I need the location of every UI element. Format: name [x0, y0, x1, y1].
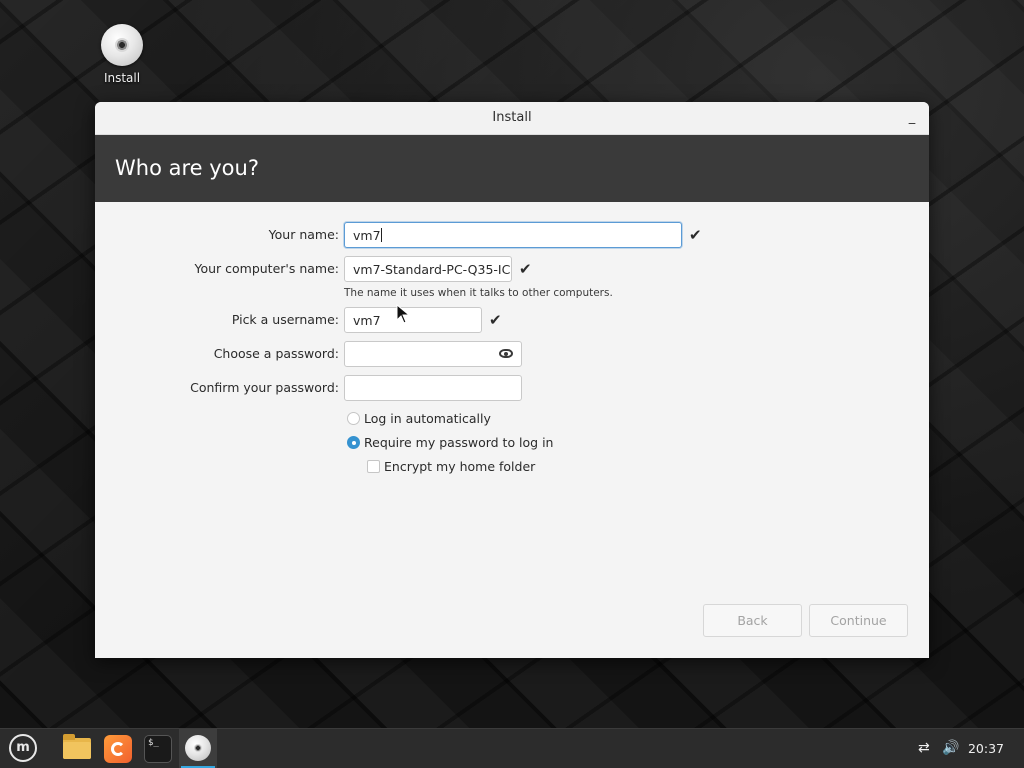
username-input[interactable]: vm7: [344, 307, 482, 333]
name-valid-check-icon: ✔: [689, 226, 702, 244]
window-titlebar[interactable]: Install _: [95, 102, 929, 135]
page-title: Who are you?: [115, 156, 259, 180]
text-caret: [380, 228, 382, 242]
show-password-eye-icon[interactable]: [499, 349, 513, 358]
require-password-radio[interactable]: [347, 436, 360, 449]
installer-taskbar-button[interactable]: [179, 729, 217, 768]
continue-button[interactable]: Continue: [809, 604, 908, 637]
disc-icon: [101, 24, 143, 66]
computer-name-input[interactable]: vm7-Standard-PC-Q35-IC: [344, 256, 512, 282]
menu-button[interactable]: m: [2, 729, 40, 768]
terminal-icon: $_: [144, 735, 172, 763]
login-automatically-label: Log in automatically: [364, 411, 491, 426]
firefox-launcher[interactable]: [99, 729, 137, 768]
login-automatically-option[interactable]: Log in automatically: [347, 411, 547, 427]
username-valid-check-icon: ✔: [489, 311, 502, 329]
terminal-launcher[interactable]: $_: [139, 729, 177, 768]
confirm-label: Confirm your password:: [190, 380, 339, 395]
computer-name-hint: The name it uses when it talks to other …: [344, 287, 613, 299]
volume-icon[interactable]: 🔊: [942, 729, 959, 768]
computer-valid-check-icon: ✔: [519, 260, 532, 278]
desktop: Install Install _ Who are you? Your name…: [0, 0, 1024, 768]
installer-window: Install _ Who are you? Your name: vm7 ✔ …: [95, 102, 929, 658]
back-button[interactable]: Back: [703, 604, 802, 637]
encrypt-home-label: Encrypt my home folder: [384, 459, 536, 474]
folder-icon: [63, 734, 91, 759]
firefox-icon: [104, 735, 132, 763]
username-value: vm7: [353, 313, 381, 328]
name-input[interactable]: vm7: [344, 222, 682, 248]
files-launcher[interactable]: [58, 729, 96, 768]
minimize-button[interactable]: _: [903, 102, 921, 134]
name-value: vm7: [353, 228, 381, 243]
clock[interactable]: 20:37: [968, 729, 1004, 768]
window-title: Install: [492, 110, 532, 125]
username-label: Pick a username:: [231, 312, 339, 327]
taskbar: m $_ ⇄ 🔊 20:37: [0, 728, 1024, 768]
desktop-install-shortcut[interactable]: Install: [96, 24, 148, 85]
mouse-pointer-icon: [396, 304, 411, 324]
encrypt-home-checkbox[interactable]: [367, 460, 380, 473]
disc-icon: [185, 735, 211, 761]
mint-menu-icon: m: [9, 734, 37, 762]
password-input[interactable]: [344, 341, 522, 367]
form-content: Your name: vm7 ✔ Your computer's name: v…: [95, 202, 929, 658]
password-label: Choose a password:: [213, 346, 339, 361]
network-icon[interactable]: ⇄: [918, 729, 930, 768]
require-password-label: Require my password to log in: [364, 435, 554, 450]
encrypt-home-option[interactable]: Encrypt my home folder: [367, 459, 567, 475]
login-automatically-radio[interactable]: [347, 412, 360, 425]
name-label: Your name:: [268, 227, 339, 242]
computer-label: Your computer's name:: [194, 261, 339, 276]
page-header: Who are you?: [95, 135, 929, 202]
confirm-password-input[interactable]: [344, 375, 522, 401]
require-password-option[interactable]: Require my password to log in: [347, 435, 577, 451]
computer-name-value: vm7-Standard-PC-Q35-IC: [353, 262, 511, 277]
desktop-icon-label: Install: [103, 71, 141, 85]
